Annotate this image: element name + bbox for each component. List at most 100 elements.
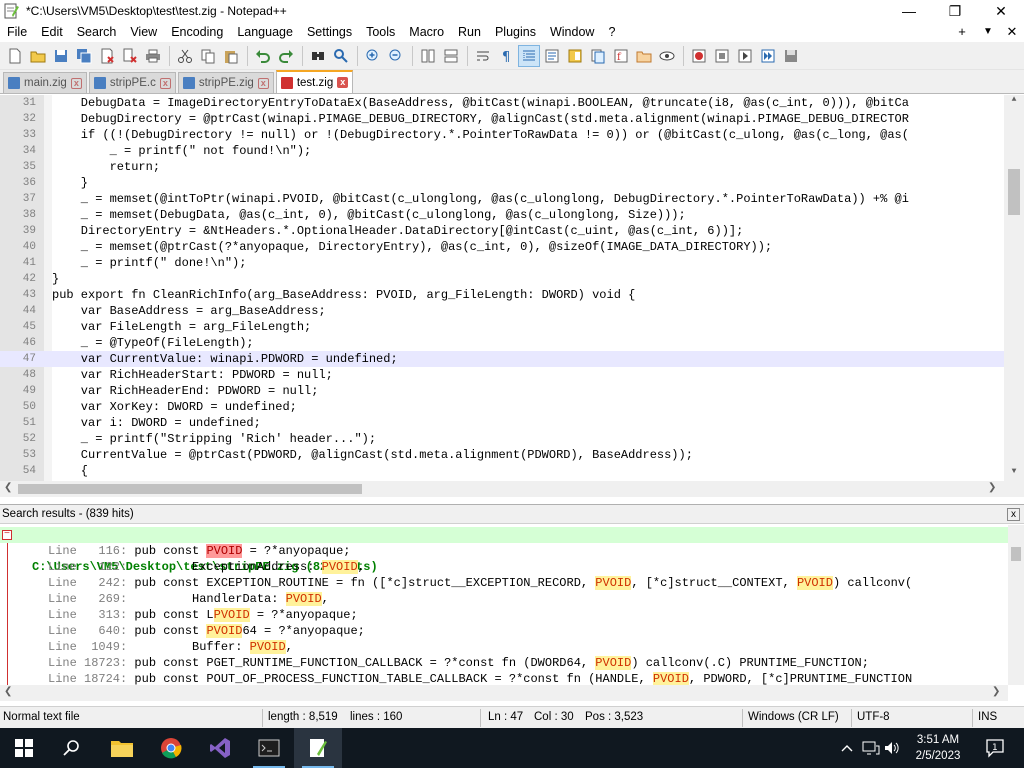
code-text[interactable]: var i: DWORD = undefined;	[52, 415, 261, 431]
find-icon[interactable]	[307, 45, 329, 67]
function-list-icon[interactable]: f	[610, 45, 632, 67]
code-text[interactable]: var FileLength = arg_FileLength;	[52, 319, 311, 335]
code-line[interactable]: 36 }	[0, 175, 1004, 191]
tab-main-zig[interactable]: main.zig x	[3, 72, 87, 93]
scroll-right-icon[interactable]: ❯	[992, 686, 1000, 697]
scroll-thumb[interactable]	[1008, 169, 1020, 215]
code-editor[interactable]: 31 DebugData = ImageDirectoryEntryToData…	[0, 95, 1024, 481]
scroll-thumb[interactable]	[18, 484, 362, 494]
code-text[interactable]: _ = printf("Stripping 'Rich' header...")…	[52, 431, 376, 447]
word-wrap-icon[interactable]	[472, 45, 494, 67]
menu-help[interactable]: ?	[601, 22, 622, 42]
code-line[interactable]: 31 DebugData = ImageDirectoryEntryToData…	[0, 95, 1004, 111]
sync-horizontal-icon[interactable]	[440, 45, 462, 67]
code-text[interactable]: _ = memset(@intToPtr(winapi.PVOID, @bitC…	[52, 191, 909, 207]
save-icon[interactable]	[50, 45, 72, 67]
monitoring-icon[interactable]	[656, 45, 678, 67]
code-text[interactable]: return;	[52, 159, 160, 175]
print-icon[interactable]	[142, 45, 164, 67]
new-file-icon[interactable]	[4, 45, 26, 67]
menu-encoding[interactable]: Encoding	[164, 22, 230, 42]
new-tab-button[interactable]: +	[952, 22, 972, 42]
open-file-icon[interactable]	[27, 45, 49, 67]
code-text[interactable]: DebugDirectory = @ptrCast(winapi.PIMAGE_…	[52, 111, 909, 127]
tab-close-icon[interactable]: x	[159, 77, 171, 89]
code-line[interactable]: 47 var CurrentValue: winapi.PDWORD = und…	[0, 351, 1004, 367]
code-line[interactable]: 52 _ = printf("Stripping 'Rich' header..…	[0, 431, 1004, 447]
scroll-left-icon[interactable]: ❮	[4, 482, 12, 493]
cut-icon[interactable]	[174, 45, 196, 67]
menu-edit[interactable]: Edit	[34, 22, 70, 42]
code-line[interactable]: 46 _ = @TypeOf(FileLength);	[0, 335, 1004, 351]
show-all-chars-icon[interactable]: ¶	[495, 45, 517, 67]
scroll-up-icon[interactable]: ▲	[1004, 95, 1024, 109]
code-text[interactable]: var RichHeaderEnd: PDWORD = null;	[52, 383, 319, 399]
code-line[interactable]: 35 return;	[0, 159, 1004, 175]
code-text[interactable]: var BaseAddress = arg_BaseAddress;	[52, 303, 326, 319]
tab-close-icon[interactable]: x	[337, 77, 349, 88]
code-line[interactable]: 43 pub export fn CleanRichInfo(arg_BaseAd…	[0, 287, 1004, 303]
tab-strippe-zig[interactable]: stripPE.zig x	[177, 72, 274, 93]
tab-list-dropdown[interactable]: ▼	[978, 22, 998, 42]
code-text[interactable]: _ = memset(@ptrCast(?*anyopaque, Directo…	[52, 239, 772, 255]
code-line[interactable]: 54 {	[0, 463, 1004, 479]
code-line[interactable]: 33 if ((!(DebugDirectory != null) or !(D…	[0, 127, 1004, 143]
tab-test-zig[interactable]: test.zig x	[275, 70, 354, 93]
code-line[interactable]: 32 DebugDirectory = @ptrCast(winapi.PIMA…	[0, 111, 1004, 127]
notepadpp-taskbar-icon[interactable]	[294, 728, 342, 768]
code-text[interactable]: _ = memset(DebugData, @as(c_int, 0), @bi…	[52, 207, 686, 223]
taskbar-clock[interactable]: 3:51 AM 2/5/2023	[902, 732, 974, 764]
code-line[interactable]: 37 _ = memset(@intToPtr(winapi.PVOID, @b…	[0, 191, 1004, 207]
code-line[interactable]: 40 _ = memset(@ptrCast(?*anyopaque, Dire…	[0, 239, 1004, 255]
menu-settings[interactable]: Settings	[300, 22, 359, 42]
close-button[interactable]: ✕	[978, 0, 1024, 22]
terminal-icon[interactable]	[245, 728, 293, 768]
sync-vertical-icon[interactable]	[417, 45, 439, 67]
code-line[interactable]: 38 _ = memset(DebugData, @as(c_int, 0), …	[0, 207, 1004, 223]
search-results-close-button[interactable]: x	[1007, 508, 1020, 521]
stop-macro-icon[interactable]	[711, 45, 733, 67]
code-line[interactable]: 39 DirectoryEntry = &NtHeaders.*.Optiona…	[0, 223, 1004, 239]
code-line[interactable]: 49 var RichHeaderEnd: PDWORD = null;	[0, 383, 1004, 399]
search-vertical-scrollbar[interactable]	[1008, 525, 1024, 685]
code-text[interactable]: pub export fn CleanRichInfo(arg_BaseAddr…	[52, 287, 635, 303]
zoom-in-icon[interactable]	[362, 45, 384, 67]
doc-map-icon[interactable]	[564, 45, 586, 67]
menu-macro[interactable]: Macro	[402, 22, 451, 42]
scroll-thumb[interactable]	[1011, 547, 1021, 561]
udl-icon[interactable]	[541, 45, 563, 67]
code-text[interactable]: }	[52, 271, 59, 287]
code-text[interactable]: }	[52, 175, 88, 191]
code-text[interactable]: var RichHeaderStart: PDWORD = null;	[52, 367, 333, 383]
close-all-icon[interactable]	[119, 45, 141, 67]
search-result-line[interactable]: Line 313: pub const LPVOID = ?*anyopaque…	[0, 607, 1008, 623]
search-result-line[interactable]: Line 18723: pub const PGET_RUNTIME_FUNCT…	[0, 655, 1008, 671]
replace-icon[interactable]	[330, 45, 352, 67]
search-result-file[interactable]: − C:\Users\VM5\Desktop\test\stripPE.zig …	[0, 527, 1008, 574]
chrome-icon[interactable]	[147, 728, 195, 768]
code-text[interactable]: _ = printf(" done!\n");	[52, 255, 247, 271]
visual-studio-icon[interactable]	[196, 728, 244, 768]
collapse-icon[interactable]: −	[2, 530, 12, 540]
tab-close-icon[interactable]: x	[70, 77, 82, 89]
run-macro-multiple-icon[interactable]	[757, 45, 779, 67]
close-file-icon[interactable]	[96, 45, 118, 67]
code-text[interactable]: {	[52, 463, 88, 479]
code-text[interactable]: var XorKey: DWORD = undefined;	[52, 399, 297, 415]
code-line[interactable]: 34 _ = printf(" not found!\n");	[0, 143, 1004, 159]
code-line[interactable]: 45 var FileLength = arg_FileLength;	[0, 319, 1004, 335]
notification-center-icon[interactable]: 1	[980, 728, 1010, 768]
code-text[interactable]: _ = @TypeOf(FileLength);	[52, 335, 254, 351]
play-macro-icon[interactable]	[734, 45, 756, 67]
search-result-line[interactable]: Line 242: pub const EXCEPTION_ROUTINE = …	[0, 575, 1008, 591]
menu-file[interactable]: File	[0, 22, 34, 42]
menu-search[interactable]: Search	[70, 22, 124, 42]
editor-vertical-scrollbar[interactable]: ▲ ▼	[1004, 95, 1024, 481]
indent-guide-icon[interactable]	[518, 44, 540, 67]
scroll-right-icon[interactable]: ❯	[988, 482, 996, 493]
editor-horizontal-scrollbar[interactable]: ❮ ❯	[0, 481, 1004, 497]
code-line[interactable]: 44 var BaseAddress = arg_BaseAddress;	[0, 303, 1004, 319]
maximize-button[interactable]: ❐	[932, 0, 978, 22]
search-horizontal-scrollbar[interactable]: ❮ ❯	[0, 685, 1008, 701]
code-text[interactable]: if ((!(DebugDirectory != null) or !(Debu…	[52, 127, 909, 143]
